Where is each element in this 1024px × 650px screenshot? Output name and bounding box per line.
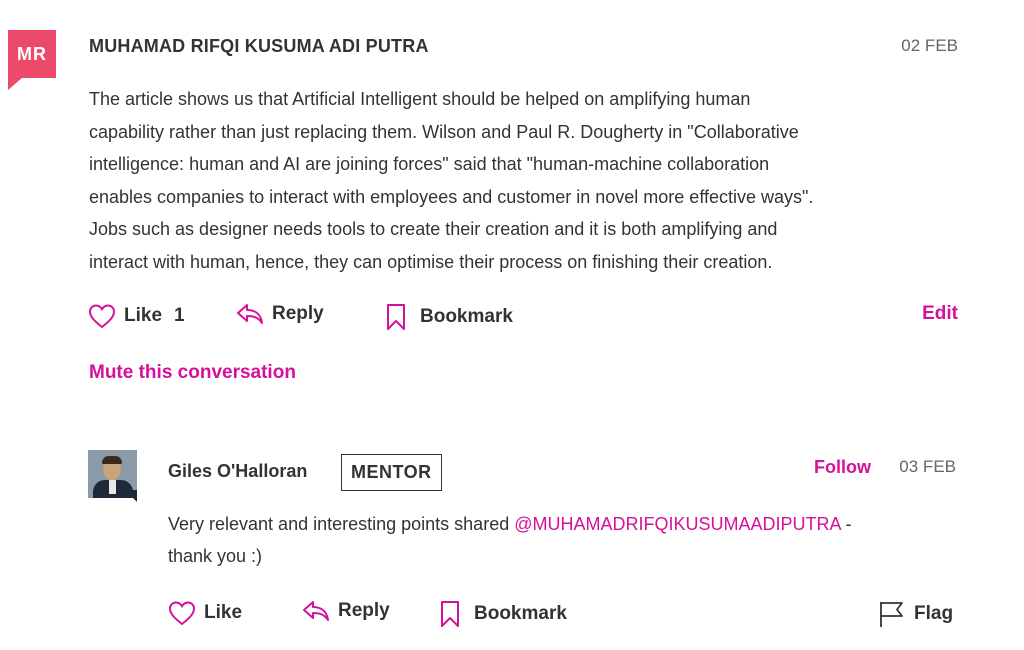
reply-date: 03 FEB xyxy=(899,457,956,476)
reply-body: Very relevant and interesting points sha… xyxy=(168,508,968,572)
reply-line: thank you :) xyxy=(168,546,263,566)
bookmark-button[interactable]: Bookmark xyxy=(386,303,513,331)
like-label: Like xyxy=(204,602,243,623)
edit-link[interactable]: Edit xyxy=(922,303,958,325)
bookmark-icon xyxy=(440,600,460,628)
comment-line: interact with human, hence, they can opt… xyxy=(89,251,773,272)
comment-line: intelligence: human and AI are joining f… xyxy=(89,154,770,174)
reply-bookmark-button[interactable]: Bookmark xyxy=(440,600,567,628)
like-label: Like xyxy=(124,305,163,326)
bookmark-icon xyxy=(386,303,406,331)
reply-button[interactable]: Reply xyxy=(236,303,324,325)
bookmark-label: Bookmark xyxy=(474,603,567,624)
comment-body: The article shows us that Artificial Int… xyxy=(89,83,949,278)
reply-arrow-icon xyxy=(302,600,330,622)
heart-icon xyxy=(168,600,196,626)
heart-icon xyxy=(88,303,116,329)
reply-reply-button[interactable]: Reply xyxy=(302,600,390,622)
flag-button[interactable]: Flag xyxy=(879,600,953,628)
flag-icon xyxy=(879,600,905,628)
comment-date: 02 FEB xyxy=(901,36,958,55)
flag-label: Flag xyxy=(914,603,954,624)
reply-like-button[interactable]: Like xyxy=(168,600,242,626)
reply-line: Very relevant and interesting points sha… xyxy=(168,508,968,540)
reply-text: Very relevant and interesting points sha… xyxy=(168,514,515,534)
reply-label: Reply xyxy=(338,600,390,621)
reply-author-name[interactable]: Giles O'Halloran xyxy=(168,461,307,482)
like-count: 1 xyxy=(174,305,185,326)
reply-arrow-icon xyxy=(236,303,264,325)
mute-conversation-link[interactable]: Mute this conversation xyxy=(89,362,296,384)
mentor-badge: MENTOR xyxy=(341,454,442,491)
follow-button[interactable]: Follow xyxy=(814,457,871,478)
comment-author-name[interactable]: MUHAMAD RIFQI KUSUMA ADI PUTRA xyxy=(89,36,429,57)
reply-label: Reply xyxy=(272,303,324,324)
comment-line: capability rather than just replacing th… xyxy=(89,121,799,142)
reply-text: - xyxy=(840,514,852,534)
comment-line: The article shows us that Artificial Int… xyxy=(89,89,751,109)
user-mention-link[interactable]: @MUHAMADRIFQIKUSUMAADIPUTRA xyxy=(514,514,840,534)
like-button[interactable]: Like 1 xyxy=(88,303,185,329)
bookmark-label: Bookmark xyxy=(420,306,513,327)
comment-line: enables companies to interact with emplo… xyxy=(89,186,814,207)
comment-line: Jobs such as designer needs tools to cre… xyxy=(89,219,778,239)
author-avatar-initials[interactable]: MR xyxy=(8,30,56,90)
